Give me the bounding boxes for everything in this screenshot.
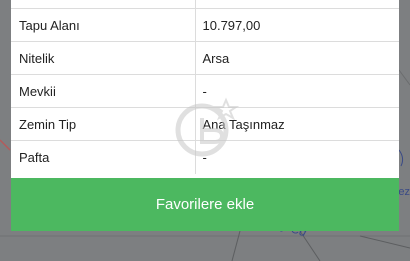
- row-key-tapu-alani: Tapu Alanı: [11, 8, 196, 42]
- row-value-nitelik: Arsa: [195, 41, 399, 75]
- table-row: Nitelik Arsa: [11, 41, 399, 75]
- row-key-pafta: Pafta: [11, 140, 196, 174]
- row-key-nitelik: Nitelik: [11, 41, 196, 75]
- row-value-tapu-alani: 10.797,00: [195, 8, 399, 42]
- brand-logo-watermark-icon: [172, 96, 242, 166]
- column-divider: [195, 0, 196, 8]
- row-key-zemin-tip: Zemin Tip: [11, 107, 196, 141]
- map-edge-label: ez: [398, 186, 410, 198]
- add-to-favorites-button[interactable]: Favorilere ekle: [11, 178, 399, 231]
- table-row: Tapu Alanı 10.797,00: [11, 8, 399, 42]
- row-key-mevkii: Mevkii: [11, 74, 196, 108]
